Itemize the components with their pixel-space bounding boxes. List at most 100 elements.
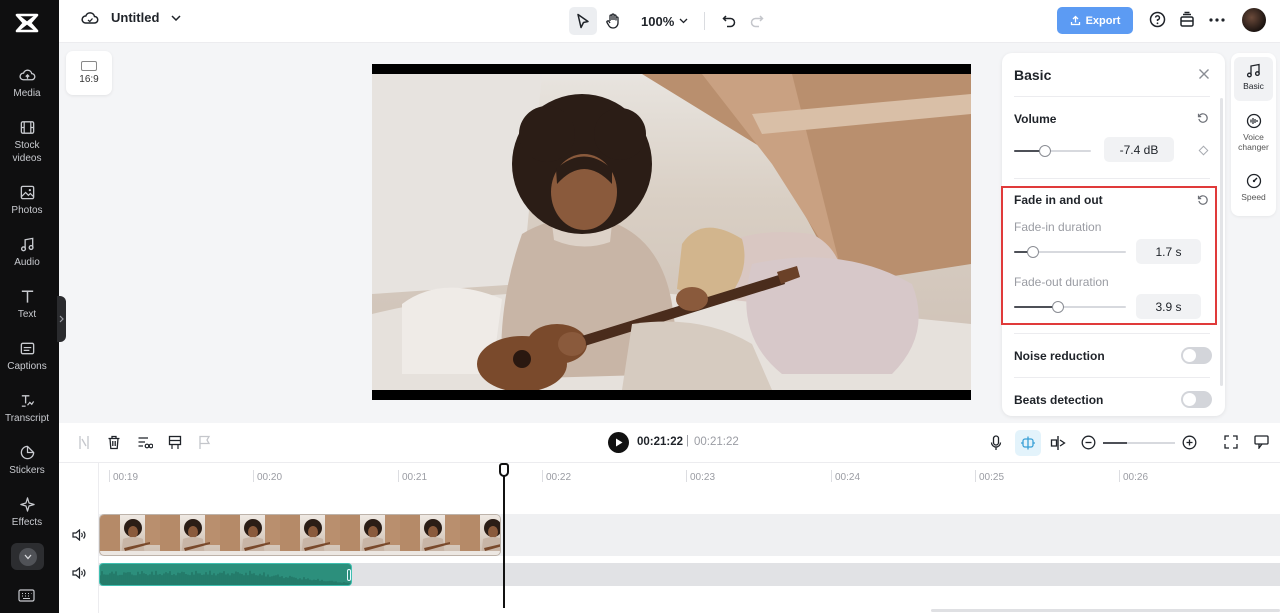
avatar[interactable] — [1242, 8, 1266, 32]
sidebar-more-button[interactable] — [11, 543, 44, 570]
text-t-icon — [21, 290, 33, 303]
audio-clip-trim-handle[interactable] — [347, 569, 351, 581]
zoom-out-icon[interactable] — [1081, 435, 1096, 450]
fit-to-screen-icon[interactable] — [1224, 435, 1238, 449]
volume-slider-handle[interactable] — [1038, 145, 1051, 157]
fade-out-value-field[interactable]: 3.9 s — [1136, 294, 1201, 319]
video-frame-illustration — [372, 74, 971, 390]
sidebar-item-stickers[interactable]: Stickers — [0, 444, 54, 477]
fade-in-slider[interactable] — [1014, 246, 1126, 258]
sidebar-item-label: Transcript — [4, 413, 50, 424]
image-icon — [20, 185, 34, 200]
beats-detection-toggle[interactable] — [1181, 391, 1212, 408]
sidebar-collapse-handle[interactable] — [57, 296, 66, 342]
ruler-label: 00:26 — [1123, 472, 1149, 483]
marker-flag-icon[interactable] — [198, 435, 211, 450]
upload-icon — [1070, 15, 1080, 26]
sidebar-item-media[interactable]: Media — [0, 67, 54, 100]
tab-voice-changer[interactable]: Voice changer — [1231, 113, 1276, 152]
ruler-label: 00:20 — [257, 472, 283, 483]
speaker-icon[interactable] — [72, 529, 86, 541]
select-tool-button[interactable] — [569, 7, 597, 35]
fade-in-slider-handle[interactable] — [1027, 246, 1040, 258]
noise-reduction-toggle[interactable] — [1181, 347, 1212, 364]
video-preview[interactable] — [372, 64, 971, 400]
audio-clip[interactable] — [99, 563, 352, 586]
clip-thumbnail — [100, 515, 166, 555]
beats-detection-label: Beats detection — [1014, 393, 1104, 407]
export-button[interactable]: Export — [1057, 7, 1133, 34]
volume-value-field[interactable]: -7.4 dB — [1104, 137, 1174, 162]
keyboard-icon[interactable] — [18, 589, 35, 602]
fade-out-slider-handle[interactable] — [1051, 301, 1064, 313]
sidebar-item-audio[interactable]: Audio — [0, 236, 54, 269]
audio-split-icon[interactable] — [137, 435, 153, 450]
microphone-icon[interactable] — [990, 435, 1002, 451]
clip-thumbnail — [160, 515, 226, 555]
sidebar-item-transcript[interactable]: Transcript — [0, 392, 54, 425]
delete-icon[interactable] — [107, 435, 121, 450]
undo-button[interactable] — [715, 7, 743, 35]
panel-scrollbar[interactable] — [1220, 98, 1223, 386]
tab-speed[interactable]: Speed — [1231, 173, 1276, 202]
split-scene-icon[interactable] — [1050, 435, 1066, 451]
tab-basic[interactable]: Basic — [1231, 63, 1276, 91]
video-clip[interactable] — [99, 514, 501, 556]
sidebar-item-text[interactable]: Text — [0, 288, 54, 321]
divider — [1014, 96, 1210, 97]
zoom-dropdown[interactable]: 100% — [641, 14, 688, 29]
sidebar-item-photos[interactable]: Photos — [0, 184, 54, 217]
keyframe-icon[interactable] — [1198, 145, 1209, 156]
volume-slider[interactable] — [1014, 145, 1091, 157]
hand-tool-button[interactable] — [599, 7, 627, 35]
clip-thumbnail — [340, 515, 406, 555]
aspect-ratio-label: 16:9 — [79, 74, 99, 85]
sidebar-item-effects[interactable]: Effects — [0, 496, 54, 529]
fade-out-slider[interactable] — [1014, 301, 1126, 313]
feedback-icon[interactable] — [1254, 435, 1269, 449]
toolbar-divider — [704, 12, 706, 30]
close-icon[interactable] — [1198, 68, 1210, 80]
ruler-label: 00:22 — [546, 472, 572, 483]
timeline-zoom-slider[interactable] — [1103, 442, 1175, 444]
sidebar-item-stock-videos[interactable]: Stock videos — [0, 119, 54, 165]
stack-icon[interactable] — [1179, 11, 1195, 28]
waveform-icon — [1246, 113, 1261, 129]
playhead-handle[interactable] — [499, 463, 509, 477]
track-headers — [59, 463, 99, 613]
video-frame — [372, 74, 971, 390]
fade-in-label: Fade-in duration — [1014, 220, 1102, 234]
divider — [1014, 178, 1210, 179]
playhead-line — [503, 471, 505, 608]
ruler-tick — [975, 470, 976, 482]
tab-label: Basic — [1243, 81, 1264, 91]
redo-button[interactable] — [743, 7, 771, 35]
play-button[interactable] — [608, 432, 629, 453]
speaker-icon[interactable] — [72, 567, 86, 579]
sidebar-item-captions[interactable]: Captions — [0, 340, 54, 373]
capcut-logo — [15, 13, 39, 33]
left-sidebar: Media Stock videos Photos Audio Text Cap… — [0, 0, 59, 613]
project-title-menu[interactable]: Untitled — [81, 10, 181, 25]
sidebar-item-label: Stock videos — [12, 140, 42, 164]
zoom-in-icon[interactable] — [1182, 435, 1197, 450]
music-note-icon — [1246, 63, 1260, 78]
freeze-frame-icon[interactable] — [168, 435, 182, 450]
audio-waveform — [100, 570, 351, 585]
reset-icon[interactable] — [1197, 194, 1209, 206]
tab-label: Voice changer — [1238, 132, 1269, 152]
timeline-ruler[interactable]: 00:19 00:20 00:21 00:22 00:23 00:24 00:2… — [99, 463, 1280, 489]
timeline-scrollbar[interactable] — [931, 609, 1280, 612]
fade-in-value-field[interactable]: 1.7 s — [1136, 239, 1201, 264]
timeline-zoom-fill — [1103, 442, 1127, 444]
tab-label: Speed — [1241, 192, 1266, 202]
aspect-ratio-button[interactable]: 16:9 — [66, 51, 112, 95]
reset-icon[interactable] — [1197, 112, 1209, 124]
help-icon[interactable] — [1149, 11, 1166, 28]
split-icon[interactable] — [78, 435, 90, 450]
more-options-icon[interactable] — [1209, 18, 1225, 22]
clip-thumbnail — [460, 515, 500, 555]
fade-section-label: Fade in and out — [1014, 193, 1103, 207]
snap-toggle-button[interactable] — [1015, 430, 1041, 456]
ruler-tick — [686, 470, 687, 482]
